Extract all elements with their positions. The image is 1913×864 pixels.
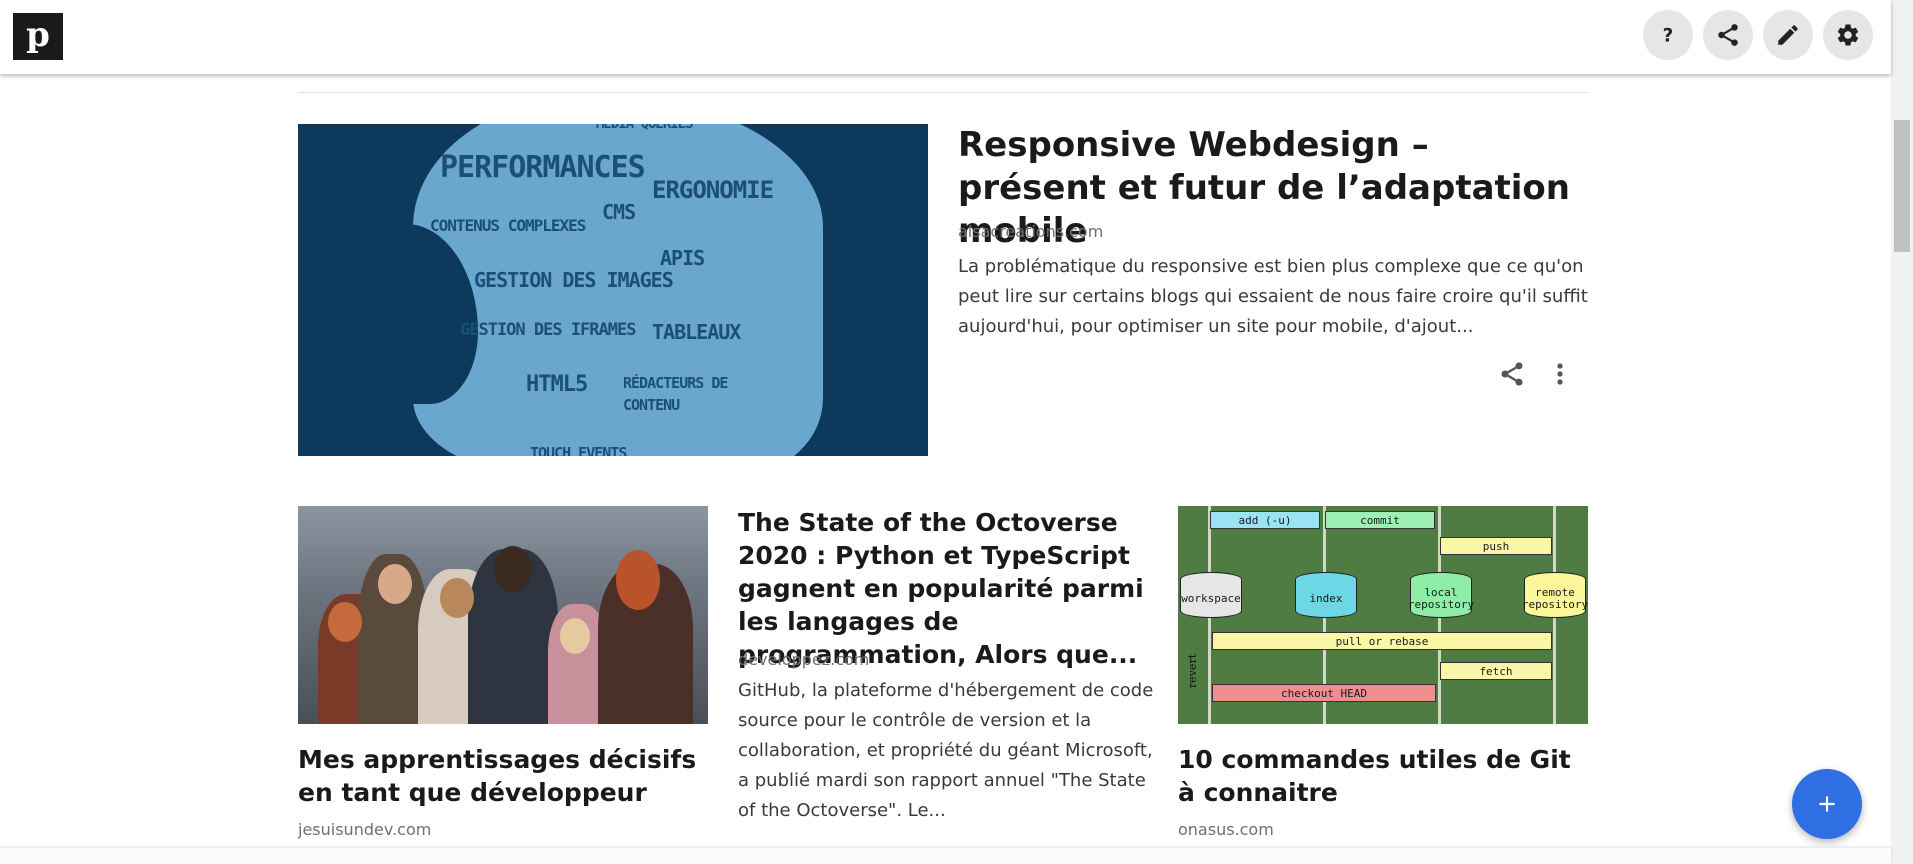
head <box>440 578 474 618</box>
card-image-git-diagram[interactable]: add (-u) commit push workspace index loc… <box>1178 506 1588 724</box>
add-button[interactable] <box>1792 769 1862 839</box>
image-word: APIS <box>660 246 705 270</box>
arrow-pull: pull or rebase <box>1212 632 1552 650</box>
image-word: CMS <box>602 200 636 224</box>
edit-icon <box>1778 25 1798 45</box>
featured-article-image[interactable]: MEDIA QUERIES PERFORMANCES ERGONOMIE CMS… <box>298 124 928 456</box>
image-word: TOUCH EVENTS <box>530 444 627 456</box>
article-feed: MEDIA QUERIES PERFORMANCES ERGONOMIE CMS… <box>298 0 1588 864</box>
head <box>378 564 412 604</box>
image-word: GESTION DES IMAGES <box>474 268 674 292</box>
article-more-button[interactable] <box>1548 360 1572 388</box>
help-icon: ? <box>1663 26 1674 47</box>
cylinder-index: index <box>1295 572 1357 618</box>
card-source: onasus.com <box>1178 820 1274 839</box>
help-button[interactable]: ? <box>1643 10 1693 60</box>
image-word: PERFORMANCES <box>440 150 646 185</box>
card-excerpt: GitHub, la plateforme d'hébergement de c… <box>738 680 1154 821</box>
image-word: GESTION DES IFRAMES <box>460 320 636 340</box>
card-source: developpez.com <box>738 650 870 669</box>
cylinder-remote: remote repository <box>1522 572 1588 618</box>
arrow-push: push <box>1440 537 1552 555</box>
head <box>328 602 362 642</box>
gear-icon <box>1837 24 1859 46</box>
revert-label: revert <box>1186 653 1199 688</box>
head <box>560 618 590 654</box>
arrow-fetch: fetch <box>1440 662 1552 680</box>
head <box>616 550 660 610</box>
card-title[interactable]: The State of the Octoverse 2020 : Python… <box>738 506 1158 671</box>
settings-button[interactable] <box>1823 10 1873 60</box>
divider <box>298 92 1588 93</box>
share-button[interactable] <box>1703 10 1753 60</box>
svg-text:?: ? <box>1663 26 1674 47</box>
arrow-add: add (-u) <box>1210 511 1320 529</box>
plus-icon <box>1819 796 1835 812</box>
scrollbar[interactable] <box>1891 0 1913 864</box>
card-source: jesuisundev.com <box>298 820 432 839</box>
image-word: MEDIA QUERIES <box>596 124 694 132</box>
image-word: HTML5 <box>526 372 588 397</box>
image-word: TABLEAUX <box>652 320 741 344</box>
cylinder-workspace: workspace <box>1180 572 1242 618</box>
edit-button[interactable] <box>1763 10 1813 60</box>
image-word: RÉDACTEURS DE <box>623 374 728 392</box>
arrow-checkout: checkout HEAD <box>1212 684 1436 702</box>
top-bar: p ? <box>0 0 1891 74</box>
image-word: CONTENU <box>623 396 680 414</box>
featured-article-source: alsacreations.com <box>958 222 1104 241</box>
image-word: ERGONOMIE <box>652 176 774 204</box>
card-title[interactable]: Mes apprentissages décisifs en tant que … <box>298 743 708 809</box>
featured-article-excerpt: La problématique du responsive est bien … <box>958 256 1588 337</box>
card-title[interactable]: 10 commandes utiles de Git à connaitre <box>1178 743 1588 809</box>
scrollbar-thumb[interactable] <box>1894 120 1910 252</box>
arrow-commit: commit <box>1325 511 1435 529</box>
article-share-button[interactable] <box>1498 360 1526 388</box>
share-icon <box>1501 362 1523 386</box>
card-image-students[interactable] <box>298 506 708 724</box>
more-vertical-icon <box>1557 363 1563 385</box>
app-logo[interactable]: p <box>13 13 63 60</box>
cylinder-local: local repository <box>1408 572 1474 618</box>
bottom-bar <box>0 848 1891 864</box>
share-icon <box>1718 24 1738 46</box>
head <box>494 546 532 592</box>
image-word: CONTENUS COMPLEXES <box>430 216 586 235</box>
